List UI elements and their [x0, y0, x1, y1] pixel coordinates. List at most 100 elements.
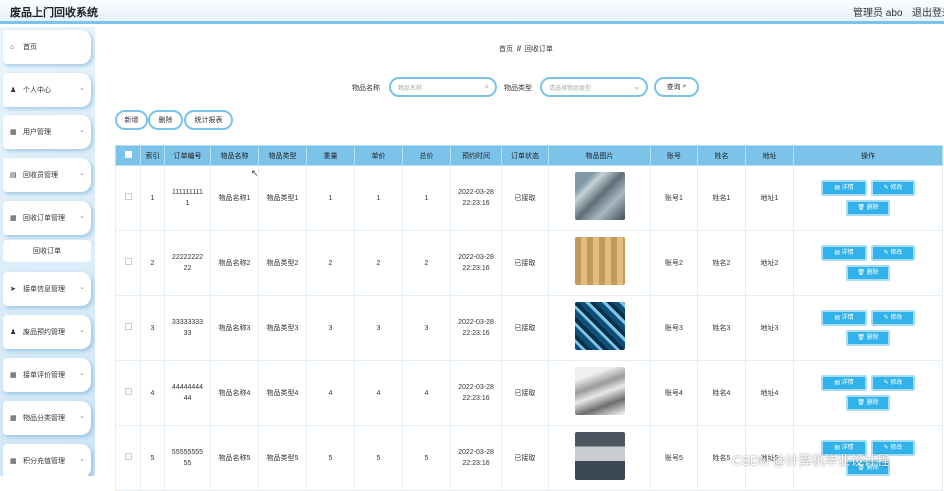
- column-header: 索引: [140, 145, 165, 166]
- cell-type: 物品类型5: [258, 425, 307, 491]
- document-icon: ▤: [834, 314, 840, 321]
- edit-label: 修改: [890, 379, 903, 386]
- grid-icon: ▦: [10, 372, 17, 379]
- row-checkbox[interactable]: [124, 387, 132, 395]
- cell-person: 姓名3: [697, 295, 746, 361]
- edit-button[interactable]: ✎ 修改: [871, 310, 915, 326]
- item-image: [574, 432, 625, 480]
- query-button[interactable]: 查询 ⌕: [654, 77, 699, 97]
- row-select-cell: [115, 295, 141, 361]
- sidebar-item-2[interactable]: ▦ 用户管理 ⌄: [3, 115, 91, 149]
- select-all-checkbox[interactable]: [124, 151, 132, 158]
- item-name-label: 物品名称: [352, 85, 380, 92]
- delete-row-button[interactable]: 🗑 删除: [846, 395, 890, 411]
- item-type-select[interactable]: 请选择物品类型 ⌄: [540, 77, 648, 97]
- chevron-down-icon: ⌄: [79, 213, 85, 220]
- detail-button[interactable]: ▤ 详情: [821, 245, 867, 261]
- delete-button[interactable]: 删除: [148, 110, 183, 130]
- cell-time: 2022-03-28 22:23:16: [450, 295, 502, 361]
- cell-price: 5: [354, 425, 403, 491]
- grid-icon: ▦: [10, 415, 17, 422]
- user-icon: ♟: [10, 87, 17, 94]
- cell-total: 4: [402, 360, 451, 426]
- home-icon: ⌂: [10, 43, 15, 51]
- column-header: 预约时间: [450, 145, 502, 166]
- add-button[interactable]: 新增: [115, 110, 148, 130]
- sidebar: ⌂ 首页 ♟ 个人中心 ⌄ ▦ 用户管理 ⌄ ▤ 回收员管理 ⌄ ▦ 回收订单管理 ⌄ ➤ 接单信息管理 ⌄ ♟ 废…: [0, 27, 95, 476]
- edit-label: 修改: [890, 184, 903, 191]
- row-checkbox[interactable]: [124, 452, 132, 460]
- cell-person: 姓名2: [697, 230, 746, 296]
- sidebar-item-3[interactable]: ▤ 回收员管理 ⌄: [3, 158, 91, 192]
- cell-w: 4: [306, 360, 355, 426]
- cell-time: 2022-03-28 22:23:16: [450, 360, 502, 426]
- cell-acc: 账号5: [650, 425, 698, 491]
- cell-status: 已接取: [501, 360, 549, 426]
- cell-time: 2022-03-28 22:23:16: [450, 425, 502, 491]
- delete-label: 删除: [866, 399, 879, 406]
- sidebar-item-9[interactable]: ▦ 积分充值管理 ⌄: [3, 444, 91, 476]
- cell-image: [548, 425, 651, 491]
- cell-no: 2222222222: [164, 230, 211, 296]
- table-row: 3 3333333333 物品名称3 物品类型3 3 3 3 2022-03-28 22:23…: [115, 295, 943, 361]
- sidebar-item-8[interactable]: ▦ 物品分类管理 ⌄: [3, 401, 91, 435]
- edit-button[interactable]: ✎ 修改: [871, 245, 915, 261]
- cell-w: 5: [306, 425, 355, 491]
- cell-type: 物品类型2: [258, 230, 307, 296]
- top-bar: 废品上门回收系统 管理员 abo 退出登录: [0, 0, 944, 24]
- sidebar-item-1[interactable]: ♟ 个人中心 ⌄: [3, 73, 91, 107]
- cell-actions: ▤ 详情 ✎ 修改 🗑 删除: [793, 165, 943, 231]
- delete-row-button[interactable]: 🗑 删除: [846, 265, 890, 281]
- trash-icon: 🗑: [857, 269, 865, 276]
- detail-button[interactable]: ▤ 详情: [821, 180, 867, 196]
- mouse-cursor-icon: ↖: [251, 168, 259, 178]
- report-button[interactable]: 统计报表: [184, 110, 233, 130]
- cell-status: 已接取: [501, 295, 549, 361]
- row-checkbox[interactable]: [124, 257, 132, 265]
- cell-i: 3: [140, 295, 165, 361]
- cell-no: 3333333333: [164, 295, 211, 361]
- column-header: 操作: [793, 145, 943, 166]
- row-checkbox[interactable]: [124, 322, 132, 330]
- column-header: 账号: [650, 145, 698, 166]
- logout-link[interactable]: 退出登录: [912, 4, 944, 19]
- trash-icon: 🗑: [857, 399, 865, 406]
- sidebar-item-7[interactable]: ▦ 接单评价管理 ⌄: [3, 358, 91, 392]
- edit-button[interactable]: ✎ 修改: [871, 375, 915, 391]
- edit-button[interactable]: ✎ 修改: [871, 180, 915, 196]
- breadcrumb-home[interactable]: 首页: [499, 46, 513, 53]
- sidebar-subitem-recycle-orders[interactable]: 回收订单: [3, 240, 91, 262]
- cell-time: 2022-03-28 22:23:16: [450, 230, 502, 296]
- app-title: 废品上门回收系统: [10, 7, 98, 19]
- delete-row-button[interactable]: 🗑 删除: [846, 200, 890, 216]
- edit-icon: ✎: [883, 314, 889, 321]
- table-row: 1 1111111111 物品名称1 物品类型1 1 1 1 2022-03-28 22:23…: [115, 165, 943, 231]
- chevron-down-icon: ⌄: [79, 456, 85, 463]
- sidebar-item-label: 废品预约管理: [23, 329, 65, 336]
- sidebar-item-6[interactable]: ♟ 废品预约管理 ⌄: [3, 315, 91, 349]
- item-name-input[interactable]: 物品名称 ⌕: [389, 77, 497, 97]
- search-icon: ⌕: [682, 83, 687, 90]
- send-icon: ➤: [10, 286, 16, 293]
- column-header: 订单状态: [501, 145, 549, 166]
- cell-image: [548, 295, 651, 361]
- cell-no: 5555555555: [164, 425, 211, 491]
- cell-status: 已接取: [501, 230, 549, 296]
- cell-actions: ▤ 详情 ✎ 修改 🗑 删除: [793, 360, 943, 426]
- cell-name: 物品名称3: [210, 295, 259, 361]
- detail-button[interactable]: ▤ 详情: [821, 310, 867, 326]
- sidebar-item-0[interactable]: ⌂ 首页: [3, 30, 91, 64]
- sidebar-item-4[interactable]: ▦ 回收订单管理 ⌄: [3, 201, 91, 235]
- sidebar-item-5[interactable]: ➤ 接单信息管理 ⌄: [3, 272, 91, 306]
- cell-addr: 地址3: [745, 295, 794, 361]
- cell-time: 2022-03-28 22:23:16: [450, 165, 502, 231]
- cell-person: 姓名1: [697, 165, 746, 231]
- detail-button[interactable]: ▤ 详情: [821, 375, 867, 391]
- select-all-cell: [115, 145, 141, 166]
- row-checkbox[interactable]: [124, 192, 132, 200]
- cell-type: 物品类型4: [258, 360, 307, 426]
- cell-image: [548, 230, 651, 296]
- sidebar-item-label: 回收订单管理: [23, 215, 65, 222]
- delete-row-button[interactable]: 🗑 删除: [846, 330, 890, 346]
- delete-label: 删除: [866, 204, 879, 211]
